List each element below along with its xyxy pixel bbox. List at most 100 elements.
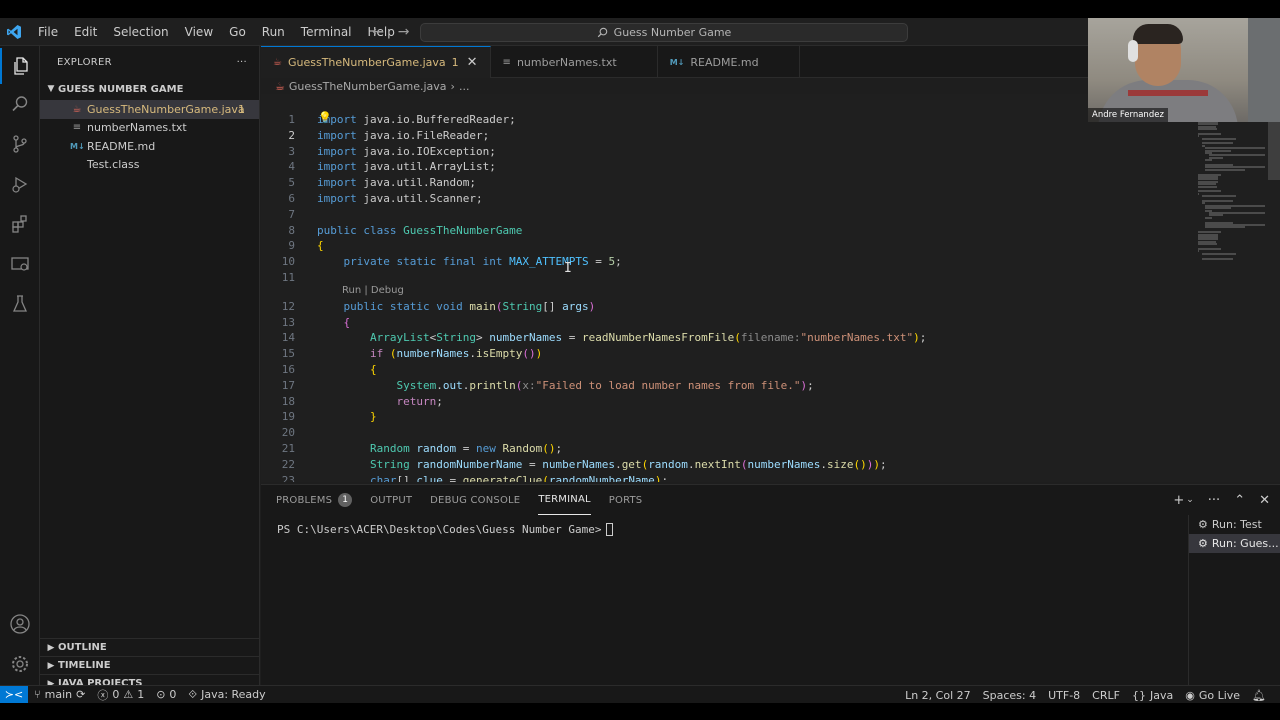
go-live-button[interactable]: ◉ Go Live <box>1179 689 1246 702</box>
encoding[interactable]: UTF-8 <box>1042 689 1086 702</box>
tab-problems[interactable]: PROBLEMS 1 <box>276 485 353 515</box>
breadcrumb-separator: › <box>450 79 455 93</box>
menu-view[interactable]: View <box>177 18 221 46</box>
end-of-line[interactable]: CRLF <box>1086 689 1126 702</box>
code-line[interactable]: 15 if (numberNames.isEmpty()) <box>261 346 1261 362</box>
close-panel-icon[interactable]: ✕ <box>1259 493 1270 508</box>
error-count: 0 <box>112 688 120 701</box>
navigation-arrows: ← → <box>372 18 409 46</box>
code-line[interactable]: 3 import java.io.IOException; <box>261 144 1261 160</box>
ports-status[interactable]: ⊙ 0 <box>150 688 182 701</box>
outline-section[interactable]: ▶ OUTLINE <box>40 638 259 656</box>
tab-output[interactable]: OUTPUT <box>370 485 412 515</box>
code-line[interactable]: 19 } <box>261 409 1261 425</box>
indentation[interactable]: Spaces: 4 <box>977 689 1042 702</box>
source-control-icon[interactable] <box>0 126 40 162</box>
code-line[interactable]: 8 public class GuessTheNumberGame <box>261 223 1261 239</box>
editor-scrollbar[interactable] <box>1268 116 1280 180</box>
menu-selection[interactable]: Selection <box>105 18 176 46</box>
code-line[interactable]: 7 <box>261 207 1261 223</box>
tab-readme[interactable]: M↓ README.md <box>658 46 800 78</box>
cursor-position[interactable]: Ln 2, Col 27 <box>899 689 977 702</box>
terminal-item-run-guess[interactable]: ⚙ Run: Gues... <box>1189 534 1280 553</box>
line-number: 18 <box>281 394 295 408</box>
minimap[interactable] <box>1190 116 1268 266</box>
new-terminal-icon[interactable]: + <box>1173 493 1184 508</box>
minimap-line <box>1198 132 1222 135</box>
code-line[interactable]: 12 public static void main(String[] args… <box>261 299 1261 315</box>
menu-go[interactable]: Go <box>221 18 254 46</box>
chevron-down-icon[interactable]: ⌄ <box>1186 495 1194 505</box>
forward-arrow-icon[interactable]: → <box>398 18 410 46</box>
code-line[interactable]: 13 { <box>261 315 1261 331</box>
code-line[interactable]: 9{ <box>261 238 1261 254</box>
git-branch-icon: ⑂ <box>34 688 41 701</box>
code-line[interactable]: 5 import java.util.Random; <box>261 175 1261 191</box>
problems-status[interactable]: ⓧ 0 ⚠ 1 <box>91 687 150 703</box>
code-line[interactable]: 22 String randomNumberName = numberNames… <box>261 457 1261 473</box>
remote-indicator-icon[interactable]: ≻< <box>0 685 28 703</box>
file-item-numbernames[interactable]: ≡ numberNames.txt <box>40 119 259 138</box>
terminal-item-run-test[interactable]: ⚙ Run: Test <box>1189 515 1280 534</box>
back-arrow-icon[interactable]: ← <box>372 18 384 46</box>
settings-gear-icon[interactable] <box>0 646 40 682</box>
more-actions-icon[interactable]: ··· <box>237 57 247 68</box>
line-number: 17 <box>281 378 295 392</box>
code-editor[interactable]: 1 import java.io.BufferedReader; 2 import j… <box>261 94 1280 482</box>
tab-ports[interactable]: PORTS <box>609 485 643 515</box>
maximize-panel-icon[interactable]: ⌃ <box>1234 493 1245 508</box>
tab-guessthenumbergame[interactable]: ☕ GuessTheNumberGame.java 1 ✕ <box>261 46 491 78</box>
breadcrumb-file[interactable]: GuessTheNumberGame.java <box>289 80 447 93</box>
branch-status[interactable]: ⑂ main ⟳ <box>28 688 91 701</box>
code-line[interactable]: 18 return; <box>261 394 1261 410</box>
line-number: 14 <box>281 331 295 345</box>
file-name: numberNames.txt <box>87 121 187 135</box>
code-text: return; <box>396 394 443 408</box>
file-item-test-class[interactable]: Test.class <box>40 156 259 175</box>
code-line[interactable]: 14 ArrayList<String> numberNames = readN… <box>261 330 1261 346</box>
warning-count: 1 <box>137 688 145 701</box>
testing-flask-icon[interactable] <box>0 286 40 322</box>
code-line[interactable]: 10 private static final int MAX_ATTEMPTS… <box>261 254 1261 270</box>
folder-name: GUESS NUMBER GAME <box>58 83 184 95</box>
tab-terminal[interactable]: TERMINAL <box>538 485 591 515</box>
code-line[interactable]: 11 <box>261 270 1261 286</box>
line-number: 20 <box>281 426 295 440</box>
breadcrumb-more[interactable]: ... <box>459 80 470 93</box>
code-line[interactable]: 16 { <box>261 362 1261 378</box>
tab-numbernames[interactable]: ≡ numberNames.txt <box>491 46 658 78</box>
accounts-icon[interactable] <box>0 606 40 642</box>
code-line[interactable]: 2 import java.io.FileReader; <box>261 128 1261 144</box>
close-icon[interactable]: ✕ <box>467 55 478 70</box>
tab-debug-console[interactable]: DEBUG CONSOLE <box>430 485 520 515</box>
explorer-icon[interactable] <box>0 48 40 84</box>
timeline-section[interactable]: ▶ TIMELINE <box>40 656 259 674</box>
menu-run[interactable]: Run <box>254 18 293 46</box>
extensions-icon[interactable] <box>0 206 40 242</box>
language-mode[interactable]: {} Java <box>1126 689 1179 702</box>
notifications-bell-icon[interactable]: 🔔︎ <box>1246 689 1272 702</box>
code-line[interactable]: 23 char[] clue = generateClue(randomNumb… <box>261 473 1261 482</box>
menu-edit[interactable]: Edit <box>66 18 105 46</box>
file-item-readme[interactable]: M↓ README.md <box>40 137 259 156</box>
file-item-guessthenumbergame[interactable]: ☕ GuessTheNumberGame.java 1 <box>40 100 259 119</box>
remote-explorer-icon[interactable] <box>0 246 40 282</box>
code-line[interactable]: 17 System.out.println(x:"Failed to load … <box>261 378 1261 394</box>
code-line[interactable]: 21 Random random = new Random(); <box>261 441 1261 457</box>
run-debug-icon[interactable] <box>0 166 40 202</box>
java-status[interactable]: ⟐ Java: Ready <box>182 688 271 702</box>
search-icon[interactable] <box>0 86 40 122</box>
code-line[interactable]: 20 <box>261 425 1261 441</box>
folder-header[interactable]: ▼ GUESS NUMBER GAME <box>40 78 259 100</box>
terminal-prompt[interactable]: PS C:\Users\ACER\Desktop\Codes\Guess Num… <box>277 523 613 536</box>
lightbulb-icon[interactable]: 💡 <box>318 111 332 124</box>
menu-terminal[interactable]: Terminal <box>293 18 360 46</box>
code-line[interactable]: 4 import java.util.ArrayList; <box>261 159 1261 175</box>
code-line[interactable]: 6 import java.util.Scanner; <box>261 191 1261 207</box>
menu-file[interactable]: File <box>30 18 66 46</box>
webcam-background <box>1248 18 1280 122</box>
java-status-text: Java: Ready <box>201 688 266 701</box>
more-actions-icon[interactable]: ··· <box>1208 493 1220 508</box>
command-center-search[interactable]: Guess Number Game <box>420 23 908 42</box>
codelens-run-debug[interactable]: Run | Debug <box>342 285 404 296</box>
